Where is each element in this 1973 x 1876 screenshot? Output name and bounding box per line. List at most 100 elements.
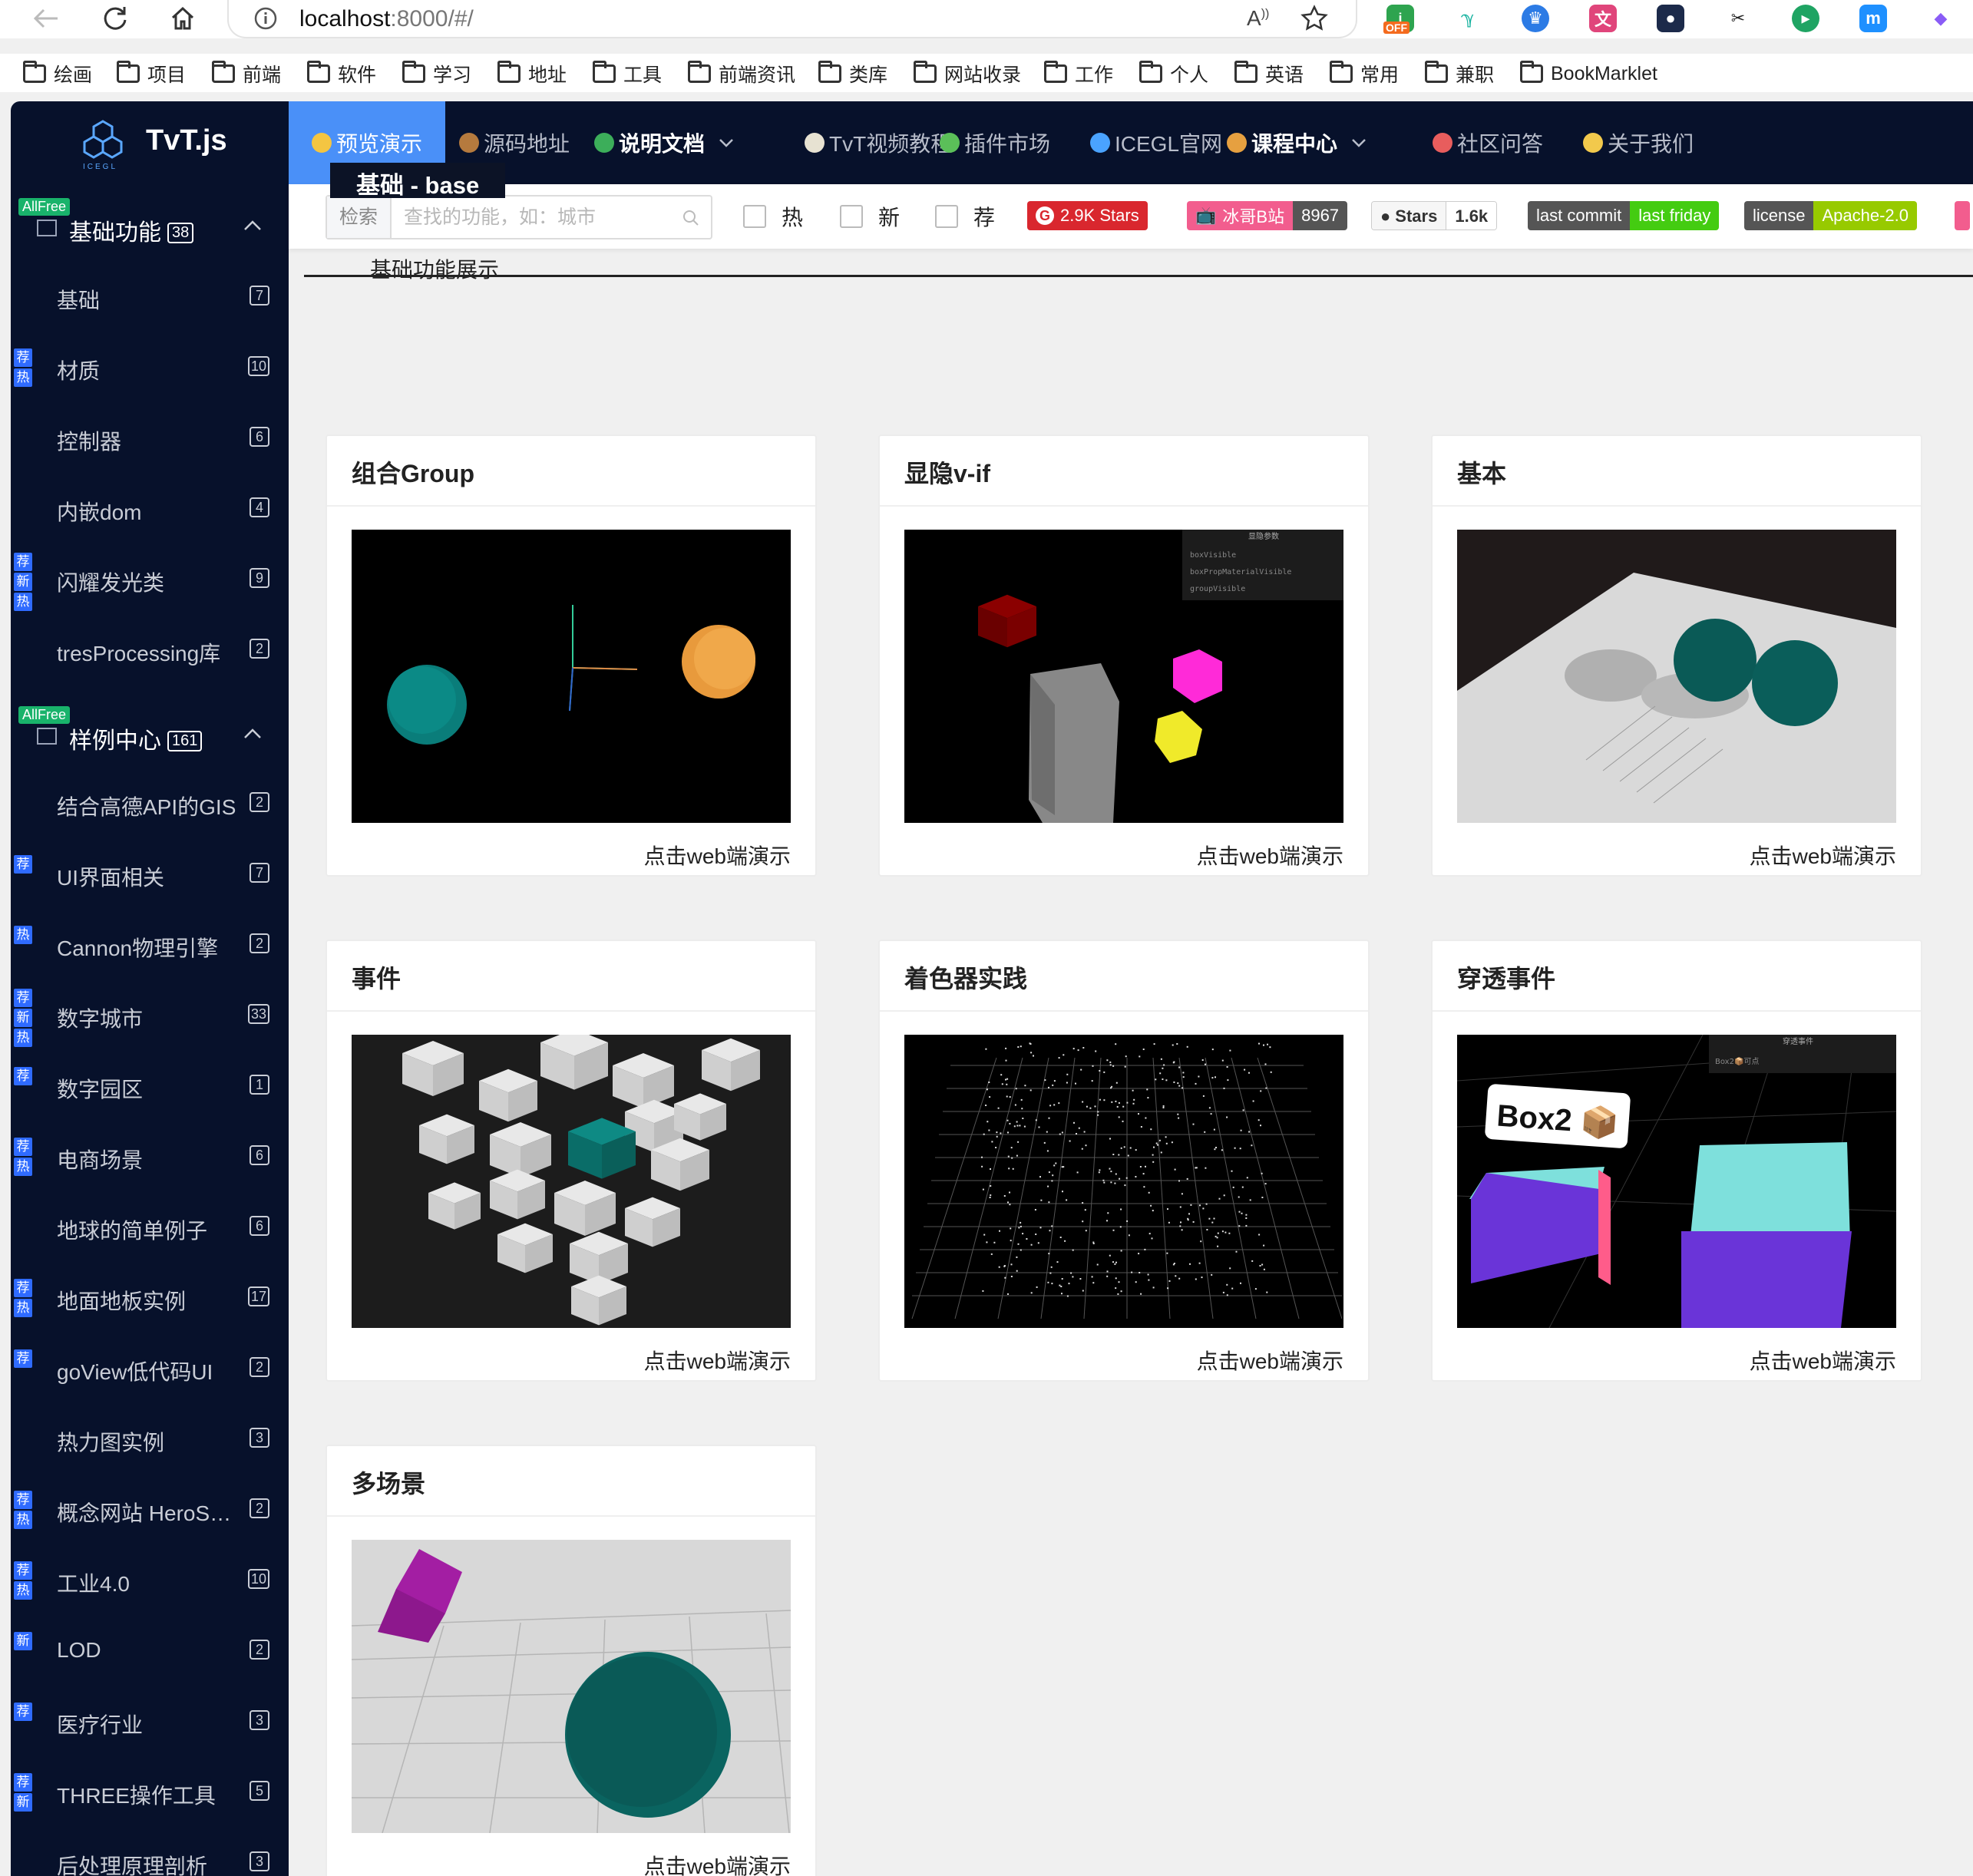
sidebar-item[interactable]: 荐新热 数字城市 33 [11, 979, 289, 1050]
sidebar-item[interactable]: 荐热 材质 10 [11, 332, 289, 402]
bookmark-folder[interactable]: 英语 [1234, 60, 1304, 88]
sidebar-item[interactable]: 荐新 THREE操作工具 5 [11, 1756, 289, 1827]
pierce-event-scene-preview[interactable]: 穿透事件 Box2📦可点 Box2 📦 [1457, 1035, 1896, 1328]
nav-item[interactable]: 课程中心 [1208, 101, 1385, 184]
basic-scene-preview[interactable] [1457, 530, 1896, 823]
nav-item[interactable]: 社区问答 [1414, 101, 1562, 184]
bird-extension-icon[interactable]: ℽ [1454, 5, 1482, 32]
sidebar-item[interactable]: 新 LOD 2 [11, 1615, 289, 1686]
demo-card[interactable]: 着色器实践 点击web端演示 [878, 940, 1370, 1382]
ghost-extension-icon[interactable]: ● [1657, 5, 1684, 32]
sidebar-item[interactable]: 地球的简单例子 6 [11, 1191, 289, 1262]
demo-card[interactable]: 多场景 点击web端演示 [326, 1445, 817, 1876]
bookmark-folder[interactable]: 软件 [307, 60, 376, 88]
demo-card[interactable]: 事件 点击web端演示 [326, 940, 817, 1382]
bookmark-folder[interactable]: 工作 [1044, 60, 1113, 88]
sidebar-item[interactable]: 热 Cannon物理引擎 2 [11, 909, 289, 979]
logo[interactable]: ICEGL TvT.js [11, 101, 289, 184]
event-scene-preview[interactable] [352, 1035, 791, 1328]
sidebar-item[interactable]: 基础 7 [11, 261, 289, 332]
search-icon[interactable] [682, 209, 700, 227]
checkbox-box[interactable] [743, 205, 766, 228]
repo-badge[interactable]: G 2.9K Stars [1027, 201, 1148, 230]
web-demo-link[interactable]: 点击web端演示 [1750, 1345, 1896, 1376]
repo-badge[interactable]: ● Stars 1.6k [1371, 201, 1498, 230]
bookmark-folder[interactable]: 前端资讯 [688, 60, 795, 88]
shader-scene-preview[interactable] [904, 1035, 1343, 1328]
sidebar-item[interactable]: 荐医疗行业 3 [11, 1686, 289, 1756]
web-demo-link[interactable]: 点击web端演示 [1197, 1345, 1343, 1376]
reload-icon[interactable] [100, 3, 131, 34]
bookmark-folder[interactable]: 地址 [497, 60, 567, 88]
sidebar-group-header[interactable]: AllFree 样例中心 161 [11, 706, 289, 768]
bookmark-folder[interactable]: 个人 [1139, 60, 1208, 88]
m-extension-icon[interactable]: m [1859, 5, 1887, 32]
sidebar-item[interactable]: 荐新热 闪耀发光类 9 [11, 543, 289, 614]
group-scene-preview[interactable] [352, 530, 791, 823]
demo-card[interactable]: 穿透事件 穿透事件 Box2📦可点 Box2 📦 点击web端演示 [1431, 940, 1922, 1382]
web-demo-link[interactable]: 点击web端演示 [644, 1345, 791, 1376]
bookmark-folder[interactable]: 类库 [818, 60, 887, 88]
crown-extension-icon[interactable]: ♛ [1522, 5, 1549, 32]
sidebar-item[interactable]: 后处理原理剖析 3 [11, 1827, 289, 1876]
sidebar-item[interactable]: 热力图实例 3 [11, 1403, 289, 1474]
info-icon[interactable] [253, 6, 278, 31]
web-demo-link[interactable]: 点击web端演示 [1197, 840, 1343, 870]
sidebar-group-header[interactable]: AllFree 基础功能 38 [11, 198, 289, 259]
sidebar-item[interactable]: 内嵌dom 4 [11, 473, 289, 543]
bookmark-folder[interactable]: 工具 [593, 60, 662, 88]
sidebar-item[interactable]: 控制器 6 [11, 402, 289, 473]
sidebar-item[interactable]: 荐 UI界面相关 7 [11, 838, 289, 909]
bookmark-folder[interactable]: BookMarklet [1520, 60, 1657, 88]
extension-off-icon[interactable]: i OFF [1383, 5, 1414, 34]
repo-badge[interactable]: license Apache-2.0 [1744, 201, 1918, 230]
demo-card[interactable]: 组合Group 点击web端演示 [326, 434, 817, 877]
repo-badge-partial[interactable] [1955, 201, 1970, 230]
chevron-up-icon[interactable] [243, 220, 263, 232]
filter-checkbox[interactable]: 热 [743, 203, 803, 230]
filter-checkbox[interactable]: 荐 [935, 203, 995, 230]
sidebar-item[interactable]: 荐热 工业4.0 10 [11, 1544, 289, 1615]
web-demo-link[interactable]: 点击web端演示 [1750, 840, 1896, 870]
read-aloud-icon[interactable]: A)) [1247, 6, 1269, 31]
favorite-star-icon[interactable] [1300, 5, 1328, 32]
bookmark-folder[interactable]: 前端 [212, 60, 281, 88]
search-input[interactable] [404, 206, 680, 229]
bookmark-folder[interactable]: 绘画 [23, 60, 92, 88]
sidebar-item[interactable]: 荐数字园区 1 [11, 1050, 289, 1121]
capture-extension-icon[interactable]: ✂ [1724, 5, 1752, 32]
nav-item[interactable]: 插件市场 [921, 101, 1069, 184]
bookmark-folder[interactable]: 兼职 [1425, 60, 1494, 88]
sidebar-item[interactable]: tresProcessing库 2 [11, 614, 289, 685]
crystal-extension-icon[interactable]: ◆ [1927, 5, 1955, 32]
cursor-extension-icon[interactable]: ▸ [1792, 5, 1819, 32]
checkbox-box[interactable] [840, 205, 863, 228]
bookmark-folder[interactable]: 项目 [117, 60, 186, 88]
sidebar-item[interactable]: 结合高德API的GIS 2 [11, 768, 289, 838]
repo-badge[interactable]: last commit last friday [1528, 201, 1720, 230]
sidebar-item[interactable]: 荐热 地面地板实例 17 [11, 1262, 289, 1333]
translate-extension-icon[interactable]: 文 [1589, 5, 1617, 32]
demo-card[interactable]: 基本 点击web端演示 [1431, 434, 1922, 877]
web-demo-link[interactable]: 点击web端演示 [644, 840, 791, 870]
home-icon[interactable] [167, 3, 198, 34]
nav-emoji-icon [1433, 133, 1452, 153]
sidebar-item[interactable]: 荐热 电商场景 6 [11, 1121, 289, 1191]
bookmark-folder[interactable]: 网站收录 [914, 60, 1021, 88]
bookmark-folder[interactable]: 常用 [1330, 60, 1399, 88]
chevron-up-icon[interactable] [243, 728, 263, 740]
checkbox-box[interactable] [935, 205, 958, 228]
visibility-scene-preview[interactable]: 显隐参数 boxVisible boxPropMaterialVisible grou… [904, 530, 1343, 823]
bookmark-folder[interactable]: 学习 [402, 60, 471, 88]
address-bar[interactable]: localhost:8000/#/ A)) [227, 0, 1357, 38]
repo-badge[interactable]: 📺 冰哥B站 8967 [1187, 201, 1348, 230]
back-arrow-icon[interactable] [31, 3, 61, 34]
multi-scene-preview[interactable] [352, 1540, 791, 1833]
sidebar-item[interactable]: 荐热 概念网站 HeroSecti... 2 [11, 1474, 289, 1544]
sidebar-item[interactable]: 荐 goView低代码UI 2 [11, 1333, 289, 1403]
web-demo-link[interactable]: 点击web端演示 [644, 1850, 791, 1876]
nav-item[interactable]: 关于我们 [1565, 101, 1712, 184]
filter-checkbox[interactable]: 新 [840, 203, 900, 230]
nav-item[interactable]: 说明文档 [576, 101, 752, 184]
demo-card[interactable]: 显隐v-if 显隐参数 boxVisible boxPropMaterialVisib… [878, 434, 1370, 877]
